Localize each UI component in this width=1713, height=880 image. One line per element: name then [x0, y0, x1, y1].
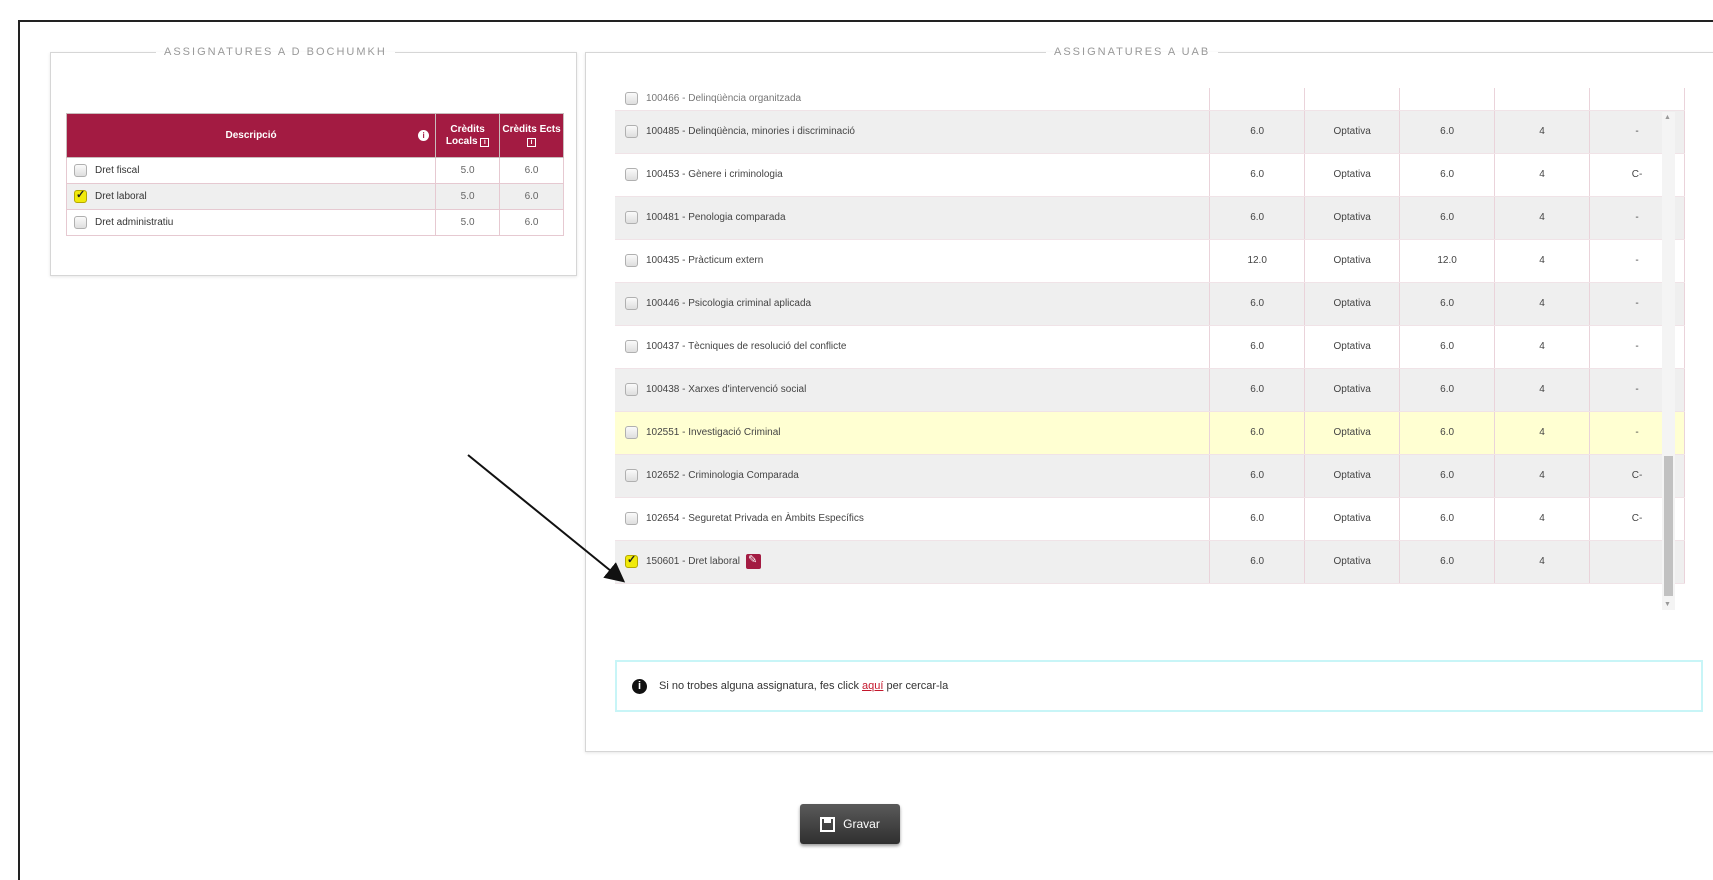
annotation-arrow	[467, 454, 626, 583]
